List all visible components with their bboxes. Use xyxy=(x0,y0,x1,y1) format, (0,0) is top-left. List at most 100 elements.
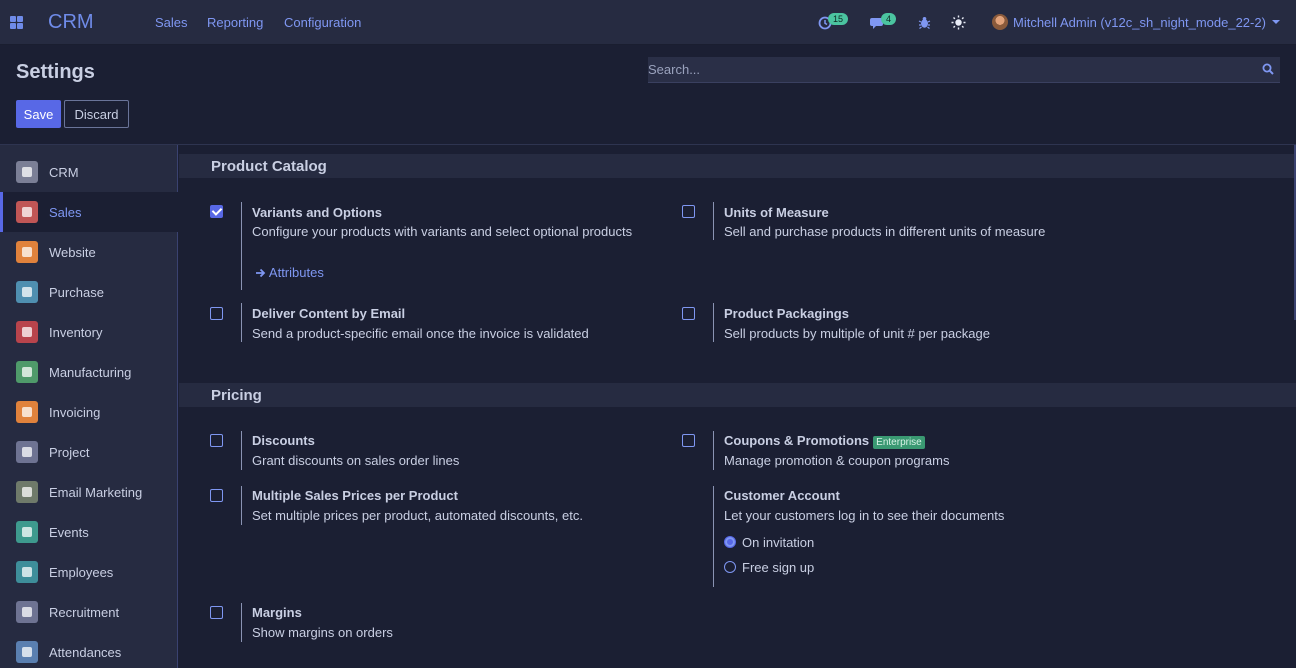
sidebar-item-label: Attendances xyxy=(49,644,122,660)
website-icon xyxy=(16,241,38,263)
sun-icon xyxy=(951,15,966,30)
sidebar-item-label: Inventory xyxy=(49,324,103,340)
coupons-title: Coupons & Promotions Enterprise xyxy=(724,433,925,449)
packagings-desc: Sell products by multiple of unit # per … xyxy=(724,326,990,341)
sidebar-item-label: Email Marketing xyxy=(49,484,143,500)
user-name: Mitchell Admin (v12c_sh_night_mode_22-2) xyxy=(1013,14,1266,30)
customer-account-desc: Let your customers log in to see their d… xyxy=(724,508,1005,523)
settings-sidebar: CRM Sales Website Purchase Inventory Man… xyxy=(0,145,178,668)
uom-title: Units of Measure xyxy=(724,205,829,220)
messages-badge: 4 xyxy=(881,12,897,25)
discard-button[interactable]: Discard xyxy=(64,100,129,128)
margins-title: Margins xyxy=(252,605,302,620)
deliver-email-checkbox[interactable] xyxy=(210,307,223,320)
menu-sales[interactable]: Sales xyxy=(155,15,188,30)
manufacturing-icon xyxy=(16,361,38,383)
margins-checkbox[interactable] xyxy=(210,606,223,619)
messages-button[interactable]: 4 xyxy=(870,0,897,45)
email-marketing-icon xyxy=(16,481,38,503)
sidebar-item-attendances[interactable]: Attendances xyxy=(0,632,178,668)
bug-icon xyxy=(918,17,931,29)
sidebar-item-invoicing[interactable]: Invoicing xyxy=(0,392,178,432)
sidebar-item-label: Sales xyxy=(49,204,82,220)
sidebar-item-label: Manufacturing xyxy=(49,364,132,380)
sidebar-item-label: Website xyxy=(49,244,96,260)
app-brand[interactable]: CRM xyxy=(48,11,94,34)
search-bar xyxy=(648,57,1280,83)
variants-checkbox[interactable] xyxy=(210,205,223,218)
top-navbar: CRM Sales Reporting Configuration 15 4 M… xyxy=(0,0,1296,45)
on-invitation-label[interactable]: On invitation xyxy=(742,535,814,550)
sidebar-item-events[interactable]: Events xyxy=(0,512,178,552)
arrow-right-icon xyxy=(256,268,266,278)
deliver-email-desc: Send a product-specific email once the i… xyxy=(252,326,589,341)
sidebar-item-label: Events xyxy=(49,524,89,540)
sidebar-item-email-marketing[interactable]: Email Marketing xyxy=(0,472,178,512)
on-invitation-radio[interactable] xyxy=(724,536,736,548)
sidebar-item-label: Purchase xyxy=(49,284,104,300)
packagings-title: Product Packagings xyxy=(724,306,849,321)
sidebar-item-purchase[interactable]: Purchase xyxy=(0,272,178,312)
save-button[interactable]: Save xyxy=(16,100,61,128)
sidebar-item-label: Project xyxy=(49,444,90,460)
search-icon[interactable] xyxy=(1262,63,1274,75)
apps-menu-icon[interactable] xyxy=(10,16,23,29)
sidebar-item-recruitment[interactable]: Recruitment xyxy=(0,592,178,632)
discounts-title: Discounts xyxy=(252,433,315,448)
customer-account-title: Customer Account xyxy=(724,488,840,503)
free-signup-radio[interactable] xyxy=(724,561,736,573)
divider xyxy=(713,486,714,587)
enterprise-badge: Enterprise xyxy=(873,436,925,449)
sidebar-item-employees[interactable]: Employees xyxy=(0,552,178,592)
section-title: Product Catalog xyxy=(211,158,327,175)
sidebar-item-label: Recruitment xyxy=(49,604,120,620)
settings-content: Product Catalog Variants and Options Con… xyxy=(179,145,1296,668)
avatar xyxy=(992,14,1008,30)
sidebar-item-label: Employees xyxy=(49,564,114,580)
attendances-icon xyxy=(16,641,38,663)
variants-title: Variants and Options xyxy=(252,205,383,220)
sidebar-item-inventory[interactable]: Inventory xyxy=(0,312,178,352)
coupons-checkbox[interactable] xyxy=(682,434,695,447)
sidebar-item-website[interactable]: Website xyxy=(0,232,178,272)
multi-prices-checkbox[interactable] xyxy=(210,489,223,502)
divider xyxy=(241,303,242,342)
crm-icon xyxy=(16,161,38,183)
coupons-desc: Manage promotion & coupon programs xyxy=(724,453,950,468)
debug-button[interactable] xyxy=(918,0,931,45)
attributes-link[interactable]: Attributes xyxy=(255,265,324,280)
section-title: Pricing xyxy=(211,387,262,404)
multi-prices-desc: Set multiple prices per product, automat… xyxy=(252,508,583,523)
uom-desc: Sell and purchase products in different … xyxy=(724,224,1046,239)
packagings-checkbox[interactable] xyxy=(682,307,695,320)
coupons-title-text: Coupons & Promotions xyxy=(724,433,870,448)
margins-desc: Show margins on orders xyxy=(252,625,393,640)
divider xyxy=(241,486,242,525)
discounts-checkbox[interactable] xyxy=(210,434,223,447)
divider xyxy=(241,431,242,470)
user-menu[interactable]: Mitchell Admin (v12c_sh_night_mode_22-2) xyxy=(992,14,1280,30)
theme-toggle-button[interactable] xyxy=(951,0,966,45)
divider xyxy=(713,202,714,240)
activities-button[interactable]: 15 xyxy=(818,0,849,45)
activities-badge: 15 xyxy=(828,12,849,25)
sidebar-item-crm[interactable]: CRM xyxy=(0,152,178,192)
discounts-desc: Grant discounts on sales order lines xyxy=(252,453,460,468)
deliver-email-title: Deliver Content by Email xyxy=(252,306,406,321)
project-icon xyxy=(16,441,38,463)
variants-desc: Configure your products with variants an… xyxy=(252,224,633,239)
sidebar-item-sales[interactable]: Sales xyxy=(0,192,178,232)
search-input[interactable] xyxy=(648,57,1248,82)
divider xyxy=(241,603,242,642)
uom-checkbox[interactable] xyxy=(682,205,695,218)
attributes-link-label: Attributes xyxy=(268,265,324,280)
menu-configuration[interactable]: Configuration xyxy=(284,15,361,30)
menu-reporting[interactable]: Reporting xyxy=(207,15,263,30)
divider xyxy=(241,202,242,290)
free-signup-label[interactable]: Free sign up xyxy=(742,560,814,575)
page-title: Settings xyxy=(16,61,95,83)
divider xyxy=(713,303,714,342)
sidebar-item-project[interactable]: Project xyxy=(0,432,178,472)
employees-icon xyxy=(16,561,38,583)
sidebar-item-manufacturing[interactable]: Manufacturing xyxy=(0,352,178,392)
